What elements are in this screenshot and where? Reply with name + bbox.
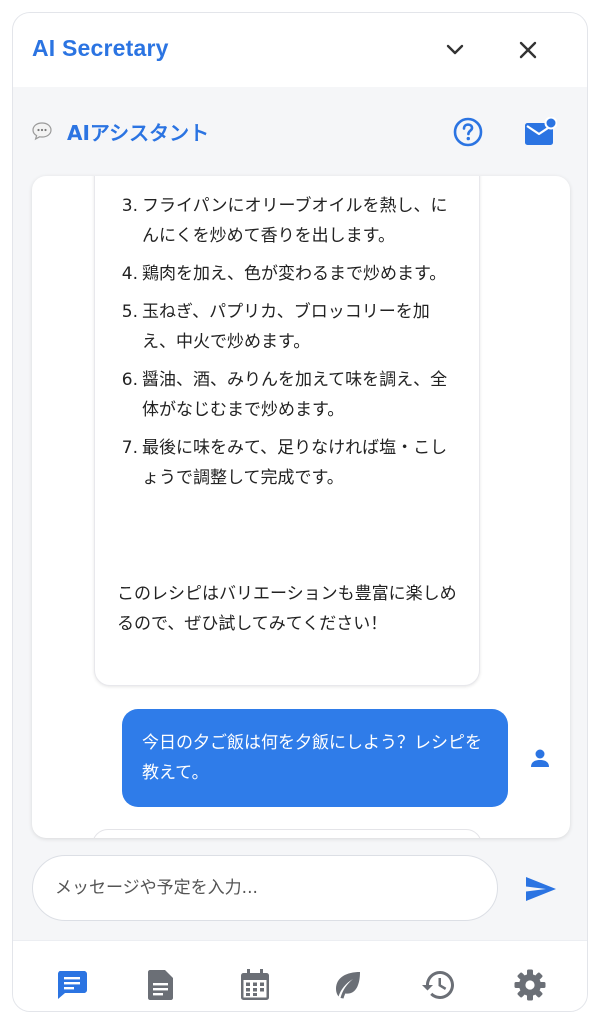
user-message-bubble: 今日の夕ご飯は何を夕飯にしよう？レシピを教えて。 (122, 709, 508, 807)
step-number: 5. (121, 302, 138, 322)
list-item: 3. フライパンにオリーブオイルを熱し、にんにくを炒めて香りを出します。 (113, 191, 463, 251)
nav-history[interactable] (419, 965, 459, 1005)
step-number: 7. (121, 438, 138, 458)
message-input-wrapper (32, 855, 498, 921)
close-icon (519, 41, 537, 59)
assistant-outro-text: このレシピはバリエーションも豊富に楽しめるので、ぜひ試してみてください！ (117, 584, 457, 634)
chat-area[interactable]: 3. フライパンにオリーブオイルを熱し、にんにくを炒めて香りを出します。 4. … (32, 176, 570, 838)
step-text: フライパンにオリーブオイルを熱し、にんにくを炒めて香りを出します。 (142, 196, 448, 246)
calendar-icon (241, 969, 269, 1000)
list-item: 6. 醤油、酒、みりんを加えて味を調え、全体がなじむまで炒めます。 (113, 365, 463, 425)
list-item: 7. 最後に味をみて、足りなければ塩・こしょうで調整して完成です。 (113, 433, 463, 493)
next-message-bubble (92, 829, 482, 838)
nav-leaf[interactable] (327, 965, 367, 1005)
ai-secretary-panel: AI Secretary AIアシスタント 3. フライパンにオリーブオイルを熱… (12, 12, 588, 1012)
bottom-navigation (13, 940, 587, 1011)
mail-notification-icon (525, 117, 557, 145)
nav-notes[interactable] (141, 965, 181, 1005)
title-bar: AI Secretary (13, 13, 587, 87)
step-text: 醤油、酒、みりんを加えて味を調え、全体がなじむまで炒めます。 (142, 370, 448, 420)
help-circle-icon (453, 117, 483, 147)
message-input[interactable] (55, 878, 497, 898)
history-icon (422, 971, 454, 999)
nav-calendar[interactable] (235, 965, 275, 1005)
step-number: 6. (121, 370, 138, 390)
speech-bubble-icon (31, 121, 53, 145)
settings-icon (514, 969, 546, 1001)
chevron-down-icon (446, 44, 464, 55)
leaf-icon (336, 972, 360, 999)
step-text: 最後に味をみて、足りなければ塩・こしょうで調整して完成です。 (142, 438, 448, 488)
step-number: 3. (121, 196, 138, 216)
close-button[interactable] (513, 35, 543, 65)
user-message-text: 今日の夕ご飯は何を夕飯にしよう？レシピを教えて。 (142, 733, 482, 783)
list-item: 5. 玉ねぎ、パプリカ、ブロッコリーを加え、中火で炒めます。 (113, 297, 463, 357)
assistant-message-bubble: 3. フライパンにオリーブオイルを熱し、にんにくを炒めて香りを出します。 4. … (94, 176, 480, 686)
step-number: 4. (121, 264, 138, 284)
app-title: AI Secretary (32, 35, 169, 61)
nav-settings[interactable] (510, 965, 550, 1005)
recipe-steps-list: 3. フライパンにオリーブオイルを熱し、にんにくを炒めて香りを出します。 4. … (113, 191, 463, 501)
assistant-title: AIアシスタント (67, 121, 210, 145)
person-icon (528, 746, 552, 774)
step-text: 玉ねぎ、パプリカ、ブロッコリーを加え、中火で炒めます。 (142, 302, 430, 352)
minimize-button[interactable] (440, 35, 470, 65)
send-button[interactable] (521, 871, 561, 907)
mail-button[interactable] (523, 115, 557, 149)
send-icon (526, 877, 556, 901)
list-item: 4. 鶏肉を加え、色が変わるまで炒めます。 (113, 259, 463, 289)
help-button[interactable] (451, 115, 485, 149)
notes-icon (148, 970, 173, 1000)
step-text: 鶏肉を加え、色が変わるまで炒めます。 (142, 264, 447, 284)
nav-chat[interactable] (52, 965, 92, 1005)
chat-icon (58, 971, 87, 999)
